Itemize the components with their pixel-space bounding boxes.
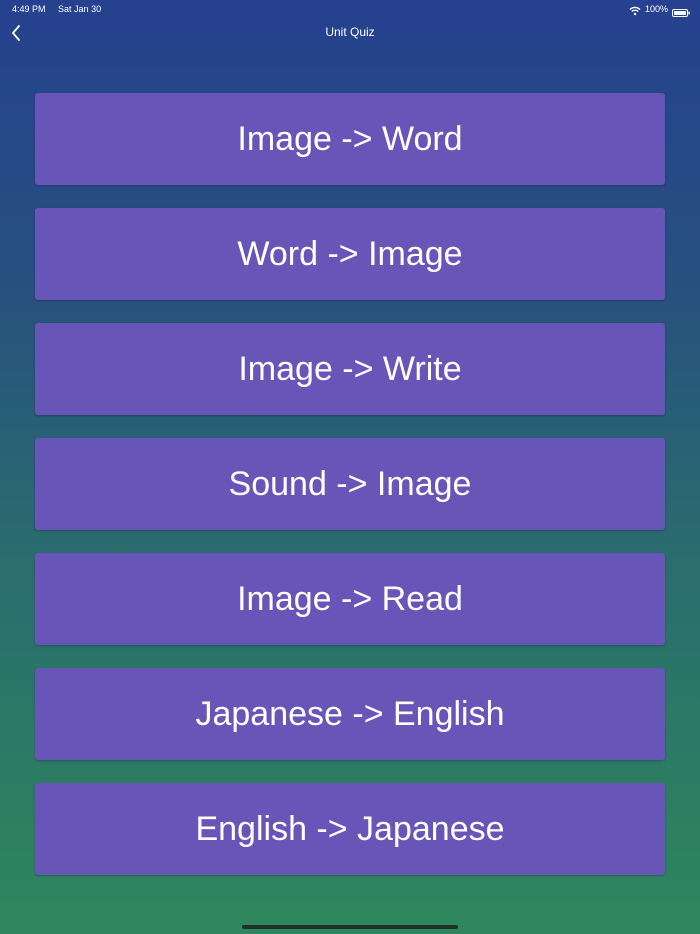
quiz-options-list: Image -> Word Word -> Image Image -> Wri…	[35, 93, 665, 898]
battery-percent: 100%	[644, 4, 668, 14]
quiz-option-image-to-read[interactable]: Image -> Read	[35, 553, 665, 645]
battery-full-icon	[672, 5, 690, 17]
quiz-option-image-to-write[interactable]: Image -> Write	[35, 323, 665, 415]
wifi-icon	[629, 4, 641, 16]
quiz-option-word-to-image[interactable]: Word -> Image	[35, 208, 665, 300]
quiz-option-japanese-to-english[interactable]: Japanese -> English	[35, 668, 665, 760]
status-left: 4:49 PM Sat Jan 30	[12, 0, 101, 18]
status-date: Sat Jan 30	[58, 4, 102, 14]
navigation-bar: Unit Quiz	[0, 18, 700, 48]
status-bar: 4:49 PM Sat Jan 30 100%	[0, 0, 700, 18]
status-time: 4:49 PM	[12, 4, 46, 14]
quiz-option-english-to-japanese[interactable]: English -> Japanese	[35, 783, 665, 875]
quiz-option-image-to-word[interactable]: Image -> Word	[35, 93, 665, 185]
status-right: 100%	[629, 0, 690, 18]
quiz-option-sound-to-image[interactable]: Sound -> Image	[35, 438, 665, 530]
home-indicator[interactable]	[242, 925, 458, 929]
page-title: Unit Quiz	[325, 25, 375, 39]
